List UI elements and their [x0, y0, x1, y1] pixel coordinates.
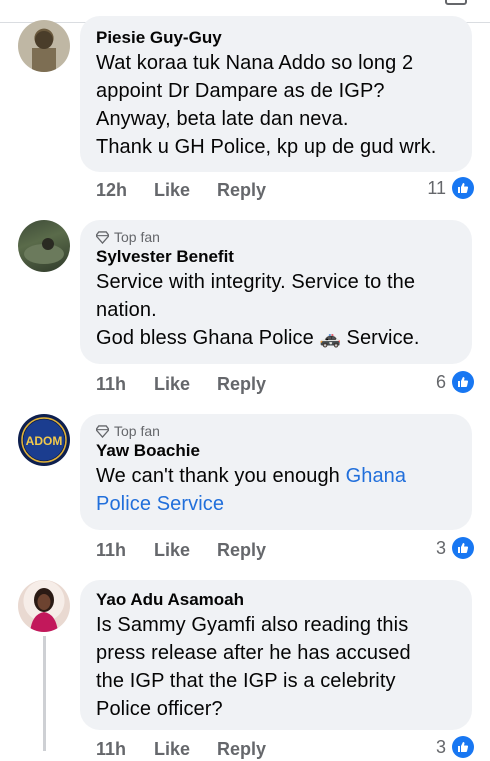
comment-time[interactable]: 11h	[96, 739, 154, 760]
reaction-count[interactable]: 6	[436, 370, 474, 394]
comment-text: Service with integrity. Service to the n…	[96, 268, 456, 353]
comment-line: Police officer?	[96, 698, 223, 720]
like-button[interactable]: Like	[154, 374, 217, 395]
like-button[interactable]: Like	[154, 540, 217, 561]
comment-actions: 11h Like Reply	[96, 538, 266, 562]
badge-label: Top fan	[114, 423, 160, 439]
comment-actions: 11h Like Reply	[96, 372, 266, 396]
avatar[interactable]	[18, 220, 70, 272]
like-thumb-icon	[452, 177, 474, 199]
comment-line: Wat koraa tuk Nana Addo so long 2	[96, 52, 414, 74]
avatar[interactable]	[18, 580, 70, 632]
avatar[interactable]	[18, 20, 70, 72]
reaction-number: 11	[427, 177, 446, 198]
reply-button[interactable]: Reply	[217, 540, 266, 561]
reaction-count[interactable]: 3	[436, 735, 474, 759]
reaction-count[interactable]: 11	[427, 176, 474, 200]
avatar[interactable]: ADOM	[18, 414, 70, 466]
reaction-count[interactable]: 3	[436, 536, 474, 560]
page-mention-link[interactable]: Ghana	[346, 465, 407, 487]
comment-text: We can't thank you enough Ghana Police S…	[96, 462, 456, 518]
reply-button[interactable]: Reply	[217, 374, 266, 395]
top-fan-badge: Top fan	[96, 422, 456, 440]
message-icon[interactable]	[444, 0, 468, 6]
comment-line: Service with integrity. Service to the	[96, 271, 416, 293]
comment-line: We can't thank you enough Ghana	[96, 462, 456, 490]
like-button[interactable]: Like	[154, 180, 217, 201]
like-thumb-icon	[452, 371, 474, 393]
comment-line: Is Sammy Gyamfi also reading this	[96, 614, 409, 636]
reaction-number: 3	[435, 537, 446, 558]
police-car-emoji: 🚓	[319, 329, 341, 348]
comment-time[interactable]: 12h	[96, 180, 154, 201]
reply-button[interactable]: Reply	[217, 739, 266, 760]
like-button[interactable]: Like	[154, 739, 217, 760]
comment-line: Anyway, beta late dan neva.	[96, 108, 349, 130]
comment-actions: 12h Like Reply	[96, 178, 266, 202]
comment-line: appoint Dr Dampare as de IGP?	[96, 80, 385, 102]
comment-line-part: We can't thank you enough	[96, 465, 346, 487]
comment-line: God bless Ghana Police 🚓 Service.	[96, 324, 456, 353]
like-thumb-icon	[452, 537, 474, 559]
badge-label: Top fan	[114, 229, 160, 245]
comment-author[interactable]: Sylvester Benefit	[96, 246, 456, 268]
comment-bubble: Top fan Yaw Boachie We can't thank you e…	[80, 414, 472, 530]
comment-actions: 11h Like Reply	[96, 737, 266, 761]
avatar-text: ADOM	[26, 434, 63, 448]
reaction-number: 3	[435, 736, 446, 757]
comment-line-part: Service.	[346, 327, 420, 349]
comment-line-part: God bless Ghana Police	[96, 327, 314, 349]
top-fan-badge: Top fan	[96, 228, 456, 246]
comment-author[interactable]: Yao Adu Asamoah	[96, 589, 456, 611]
comment-text: Is Sammy Gyamfi also reading this press …	[96, 611, 456, 723]
comment-time[interactable]: 11h	[96, 540, 154, 561]
reply-button[interactable]: Reply	[217, 180, 266, 201]
like-thumb-icon	[452, 736, 474, 758]
comment-line: nation.	[96, 299, 157, 321]
page-mention-link[interactable]: Police Service	[96, 490, 456, 518]
reaction-number: 6	[435, 371, 446, 392]
comment-bubble: Piesie Guy-Guy Wat koraa tuk Nana Addo s…	[80, 16, 472, 172]
comment-author[interactable]: Yaw Boachie	[96, 440, 456, 462]
comment-text: Wat koraa tuk Nana Addo so long 2 appoin…	[96, 49, 456, 161]
comment-line: press release after he has accused	[96, 642, 411, 664]
comment-bubble: Top fan Sylvester Benefit Service with i…	[80, 220, 472, 364]
diamond-icon	[96, 424, 109, 438]
comment-line: Thank u GH Police, kp up de gud wrk.	[96, 136, 437, 158]
comment-time[interactable]: 11h	[96, 374, 154, 395]
comment-line: the IGP that the IGP is a celebrity	[96, 670, 396, 692]
comment-author[interactable]: Piesie Guy-Guy	[96, 27, 456, 49]
comment-bubble: Yao Adu Asamoah Is Sammy Gyamfi also rea…	[80, 580, 472, 730]
thread-line	[43, 636, 46, 751]
diamond-icon	[96, 230, 109, 244]
